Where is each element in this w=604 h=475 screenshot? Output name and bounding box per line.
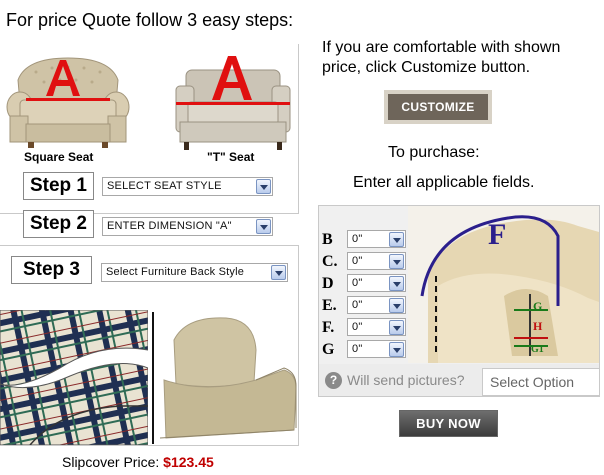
- field-label-c: C.: [322, 253, 338, 270]
- label-f: F: [488, 218, 506, 251]
- dimension-a-select-value: ENTER DIMENSION "A": [107, 220, 232, 232]
- field-select-b-value: 0": [352, 233, 363, 245]
- step-3-label: Step 3: [11, 256, 92, 284]
- back-style-select[interactable]: Select Furniture Back Style: [101, 263, 288, 282]
- t-seat-image: [175, 56, 291, 150]
- customize-instructions: If you are comfortable with shown price,…: [322, 39, 561, 76]
- field-select-d[interactable]: 0": [347, 274, 406, 292]
- photo-divider: [152, 312, 154, 444]
- chevron-down-icon: [389, 320, 404, 335]
- step-2-label: Step 2: [23, 210, 94, 238]
- plaid-sofa-image[interactable]: [0, 310, 148, 445]
- field-label-g: G: [322, 341, 335, 358]
- field-select-f-value: 0": [352, 321, 363, 333]
- chevron-down-icon: [271, 265, 286, 280]
- field-select-c[interactable]: 0": [347, 252, 406, 270]
- field-label-f: F.: [322, 319, 335, 336]
- seat-style-select[interactable]: SELECT SEAT STYLE: [102, 177, 273, 196]
- field-select-f[interactable]: 0": [347, 318, 406, 336]
- enter-fields-instructions: Enter all applicable fields.: [353, 174, 535, 191]
- chevron-down-icon: [389, 254, 404, 269]
- buy-now-button[interactable]: BUY NOW: [399, 410, 498, 437]
- chevron-down-icon: [389, 342, 404, 357]
- field-select-c-value: 0": [352, 255, 363, 267]
- chevron-down-icon: [389, 232, 404, 247]
- field-label-e: E.: [322, 297, 337, 314]
- arm-dimension-diagram: F G H G1: [408, 206, 599, 363]
- price-value: $123.45: [163, 454, 214, 470]
- back-style-select-value: Select Furniture Back Style: [106, 266, 245, 278]
- chevron-down-icon: [389, 298, 404, 313]
- square-seat-caption: Square Seat: [24, 150, 94, 164]
- field-select-g[interactable]: 0": [347, 340, 406, 358]
- field-select-d-value: 0": [352, 277, 363, 289]
- field-select-e-value: 0": [352, 299, 363, 311]
- seat-style-select-value: SELECT SEAT STYLE: [107, 180, 222, 192]
- chevron-down-icon: [256, 179, 271, 194]
- step-1-label: Step 1: [23, 172, 94, 200]
- customize-button[interactable]: CUSTOMIZE: [384, 90, 492, 124]
- price-label: Slipcover Price:: [62, 454, 160, 470]
- dimension-a-select[interactable]: ENTER DIMENSION "A": [102, 217, 273, 236]
- chevron-down-icon: [256, 219, 271, 234]
- label-g: G: [533, 299, 542, 313]
- cushion-back-image[interactable]: [156, 310, 298, 445]
- purchase-heading: To purchase:: [388, 144, 480, 161]
- send-pictures-select[interactable]: Select Option: [482, 368, 600, 396]
- field-select-e[interactable]: 0": [347, 296, 406, 314]
- square-seat-image: [6, 57, 130, 148]
- label-g1: G1: [531, 344, 544, 355]
- send-pictures-label: Will send pictures?: [347, 372, 465, 388]
- label-h: H: [533, 319, 543, 333]
- field-select-g-value: 0": [352, 343, 363, 355]
- intro-heading: For price Quote follow 3 easy steps:: [6, 10, 294, 30]
- field-select-b[interactable]: 0": [347, 230, 406, 248]
- chevron-down-icon: [389, 276, 404, 291]
- t-seat-caption: "T" Seat: [207, 150, 255, 164]
- question-icon: ?: [325, 372, 342, 389]
- field-label-d: D: [322, 275, 334, 292]
- field-label-b: B: [322, 231, 333, 248]
- slipcover-price: Slipcover Price: $123.45: [62, 454, 214, 470]
